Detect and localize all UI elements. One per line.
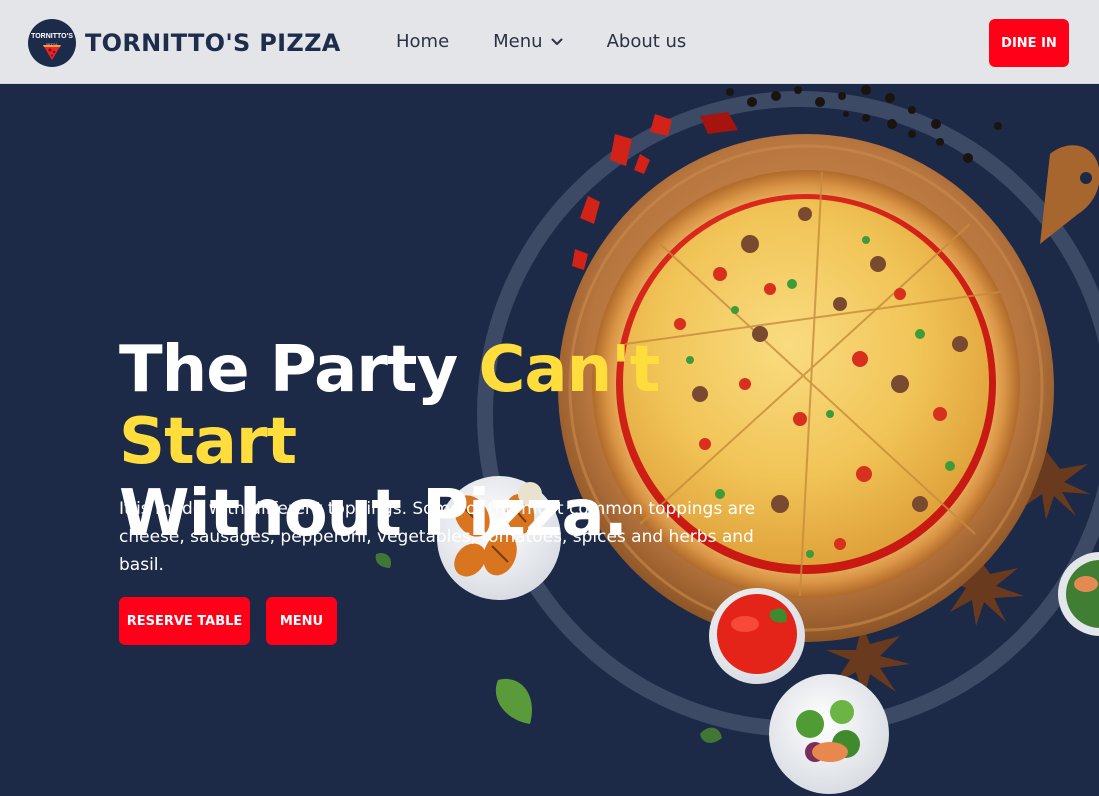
main-nav: Home Menu About us — [396, 31, 730, 52]
dine-in-button[interactable]: DINE IN — [989, 19, 1069, 67]
brand[interactable]: TORNITTO'S PIZZA TORNITTO'S PIZZA — [28, 19, 341, 67]
logo[interactable]: TORNITTO'S PIZZA — [28, 19, 76, 67]
headline-part1: The Party — [119, 333, 479, 407]
nav-item-label: Menu — [493, 31, 543, 52]
chevron-down-icon — [551, 38, 563, 45]
hero-section: The Party Can't Start Without Pizza. It … — [0, 84, 1099, 796]
nav-item-label: About us — [606, 31, 687, 52]
brand-name[interactable]: TORNITTO'S PIZZA — [85, 29, 341, 57]
reserve-table-button[interactable]: RESERVE TABLE — [119, 597, 250, 645]
nav-item-menu[interactable]: Menu — [493, 31, 563, 52]
nav-item-about[interactable]: About us — [607, 31, 687, 52]
nav-item-home[interactable]: Home — [396, 31, 449, 52]
pizza-slice-icon — [43, 45, 61, 60]
nav-item-label: Home — [396, 31, 450, 52]
logo-text: TORNITTO'S — [31, 33, 73, 40]
menu-button[interactable]: MENU — [266, 597, 337, 645]
hero-description: It is made with different toppings. Some… — [119, 499, 756, 575]
site-header: TORNITTO'S PIZZA TORNITTO'S PIZZA Home M… — [0, 0, 1099, 84]
